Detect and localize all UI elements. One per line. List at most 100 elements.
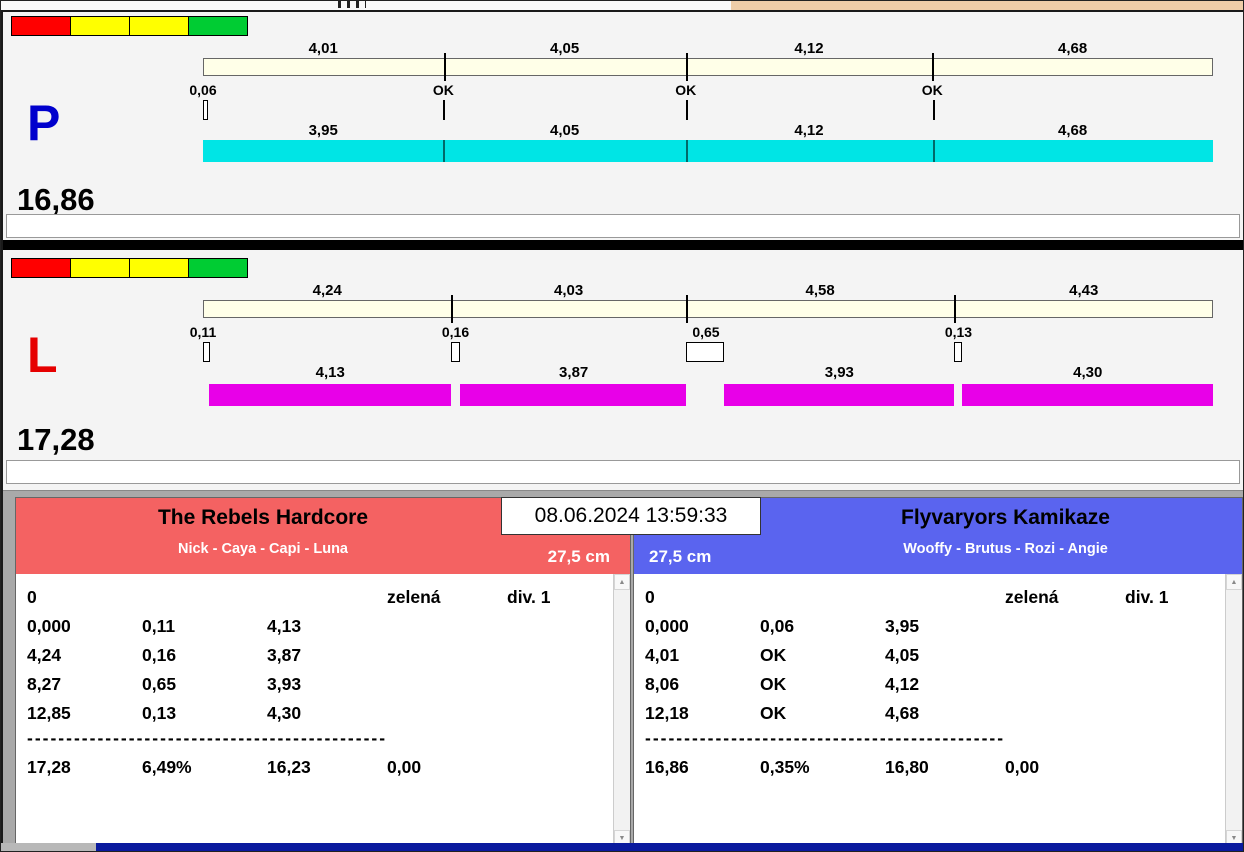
- cell: 4,12: [885, 670, 1005, 699]
- crossing-mark: 0,16: [442, 324, 469, 340]
- teams-area: The Rebels Hardcore Nick - Caya - Capi -…: [3, 490, 1243, 846]
- traffic-light-yellow1-icon: [70, 16, 130, 36]
- cell: OK: [760, 670, 885, 699]
- taskbar: [1, 843, 1243, 851]
- crossing-mark: OK: [675, 82, 696, 98]
- cell: [885, 583, 1005, 612]
- lane-letter: L: [27, 330, 58, 380]
- background-windows-strip: [1, 1, 1243, 10]
- cell: [760, 583, 885, 612]
- cell: 0,06: [760, 612, 885, 641]
- scrollbar[interactable]: ▲ ▼: [613, 574, 630, 846]
- segment-divider: [954, 295, 956, 323]
- traffic-light-green-icon: [188, 258, 248, 278]
- separator-dashes: ----------------------------------------…: [645, 728, 1225, 753]
- log-row: 4,24 0,16 3,87: [16, 641, 613, 670]
- team-log: 0 zelená div. 1 0,000 0,06 3,95 4,01 OK: [634, 574, 1225, 846]
- log-info-row: 0 zelená div. 1: [16, 583, 613, 612]
- cell: 0,65: [142, 670, 267, 699]
- split-time: 4,58: [806, 282, 835, 299]
- crossing-marks-row: 0,11 0,16 0,65 0,13: [203, 324, 1213, 340]
- team-dogs: Nick - Caya - Capi - Luna: [16, 541, 630, 557]
- lane-bars-l: 4,24 4,03 4,58 4,43 0,11 0,16 0,65 0,13: [203, 250, 1213, 490]
- loss-box: [451, 342, 460, 362]
- cell: 16,80: [885, 753, 1005, 782]
- dog-time: 3,95: [309, 122, 338, 139]
- background-window-fragment: [338, 1, 366, 8]
- split-times-row: 4,24 4,03 4,58 4,43: [203, 282, 1213, 298]
- dog-times-bar: [203, 384, 1213, 406]
- background-window-strip-right: [731, 1, 1243, 10]
- cell: 3,87: [267, 641, 387, 670]
- dog-time: 4,13: [316, 364, 345, 381]
- traffic-light-yellow2-icon: [129, 16, 189, 36]
- cell: 4,05: [885, 641, 1005, 670]
- separator-dashes: ----------------------------------------…: [27, 728, 613, 753]
- loss-box: [203, 100, 208, 120]
- log-info-row: 0 zelená div. 1: [634, 583, 1225, 612]
- lane-total-time: 16,86: [17, 184, 95, 215]
- crossing-marks-row: 0,06 OK OK OK: [203, 82, 1213, 98]
- dog-time-segment: [460, 384, 686, 406]
- log-summary-row: 16,86 0,35% 16,80 0,00: [634, 753, 1225, 782]
- segment-divider: [686, 295, 688, 323]
- team-dogs: Wooffy - Brutus - Rozi - Angie: [634, 541, 1242, 557]
- log-row: 12,18 OK 4,68: [634, 699, 1225, 728]
- datetime-display: 08.06.2024 13:59:33: [501, 497, 761, 535]
- scroll-up-icon[interactable]: ▲: [614, 574, 630, 590]
- cell: 8,27: [27, 670, 142, 699]
- team-panel-right: Flyvaryors Kamikaze Wooffy - Brutus - Ro…: [633, 497, 1243, 847]
- crossing-tick: [686, 100, 688, 120]
- jump-height: 27,5 cm: [548, 547, 610, 567]
- cell: 4,01: [645, 641, 760, 670]
- cell: 3,93: [267, 670, 387, 699]
- cell: zelená: [387, 583, 507, 612]
- cell: 17,28: [27, 753, 142, 782]
- split-time: 4,01: [309, 40, 338, 57]
- scrollbar[interactable]: ▲ ▼: [1225, 574, 1242, 846]
- dog-time: 3,87: [559, 364, 588, 381]
- timeline-bar: [203, 300, 1213, 318]
- dog-time: 4,68: [1058, 122, 1087, 139]
- scroll-up-icon[interactable]: ▲: [1226, 574, 1242, 590]
- traffic-light: [11, 258, 248, 278]
- team-panel-left: The Rebels Hardcore Nick - Caya - Capi -…: [15, 497, 631, 847]
- dog-times-row: 4,13 3,87 3,93 4,30: [203, 364, 1213, 380]
- crossing-mark: 0,65: [692, 324, 719, 340]
- bar-divider: [686, 140, 688, 162]
- traffic-light-yellow1-icon: [70, 258, 130, 278]
- cell: 0,35%: [760, 753, 885, 782]
- cell: 4,30: [267, 699, 387, 728]
- log-row: 8,27 0,65 3,93: [16, 670, 613, 699]
- cell: [142, 583, 267, 612]
- segment-divider: [444, 53, 446, 81]
- traffic-light-red-icon: [11, 16, 71, 36]
- crossing-mark: OK: [433, 82, 454, 98]
- cell: div. 1: [507, 583, 613, 612]
- crossing-mark: 0,13: [945, 324, 972, 340]
- loss-indicators-row: [203, 100, 1213, 120]
- cell: OK: [760, 641, 885, 670]
- loss-box: [203, 342, 210, 362]
- crossing-tick: [933, 100, 935, 120]
- cell: 12,85: [27, 699, 142, 728]
- cell: 0: [645, 583, 760, 612]
- loss-box: [954, 342, 962, 362]
- taskbar-corner: [1, 843, 96, 851]
- dog-time-segment: [209, 384, 450, 406]
- lane-total-time: 17,28: [17, 424, 95, 455]
- cell: 0: [27, 583, 142, 612]
- lane-right-p: 4,01 4,05 4,12 4,68 0,06 OK OK OK: [3, 12, 1243, 240]
- cell: [267, 583, 387, 612]
- cell: 0,00: [387, 753, 507, 782]
- cell: 0,00: [1005, 753, 1125, 782]
- crossing-mark: 0,06: [189, 82, 216, 98]
- cell: 0,000: [645, 612, 760, 641]
- cell: 0,16: [142, 641, 267, 670]
- split-time: 4,12: [794, 40, 823, 57]
- traffic-light-yellow2-icon: [129, 258, 189, 278]
- dog-times-bar: [203, 140, 1213, 162]
- dog-time-segment: [962, 384, 1213, 406]
- crossing-mark: 0,11: [190, 324, 216, 340]
- dog-time: 4,05: [550, 122, 579, 139]
